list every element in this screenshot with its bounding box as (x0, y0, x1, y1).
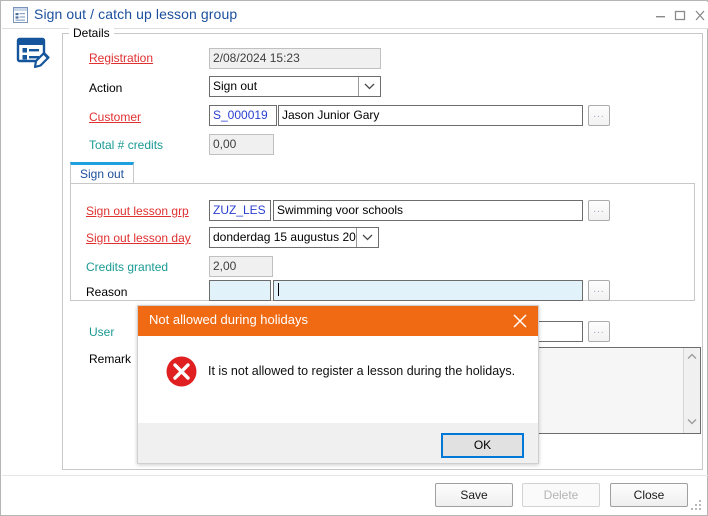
form-document-icon (13, 7, 28, 23)
lesson-group-name-field[interactable]: Swimming voor schools (273, 200, 583, 221)
label-total-credits: Total # credits (89, 138, 164, 152)
minimize-button[interactable] (650, 6, 670, 24)
chevron-down-icon[interactable] (356, 228, 378, 247)
remark-scrollbar[interactable] (683, 348, 700, 433)
lesson-day-value: donderdag 15 augustus 2024 (213, 230, 356, 244)
save-button[interactable]: Save (435, 483, 513, 507)
label-signout-lesson-grp[interactable]: Sign out lesson grp (86, 204, 189, 218)
dialog-title: Not allowed during holidays (149, 312, 308, 327)
label-reason: Reason (86, 285, 128, 299)
application-window: Sign out / catch up lesson group Details (0, 0, 708, 516)
reason-code-field[interactable] (209, 280, 271, 301)
dialog-body: It is not allowed to register a lesson d… (138, 336, 538, 423)
resize-grip[interactable] (691, 500, 703, 512)
customer-name-field[interactable]: Jason Junior Gary (278, 105, 583, 126)
label-signout-lesson-day[interactable]: Sign out lesson day (86, 231, 191, 245)
chevron-down-icon[interactable] (358, 77, 380, 96)
registration-field: 2/08/2024 15:23 (209, 48, 381, 69)
reason-browse-button[interactable]: ... (588, 280, 610, 301)
close-window-icon[interactable] (690, 6, 708, 24)
dialog-close-icon[interactable] (510, 311, 530, 331)
maximize-button[interactable] (670, 6, 690, 24)
dialog-footer: OK (138, 423, 538, 463)
close-button[interactable]: Close (610, 483, 688, 507)
error-icon (165, 355, 198, 388)
text-caret (278, 283, 279, 296)
details-legend: Details (69, 26, 114, 40)
action-combobox[interactable]: Sign out (209, 76, 381, 97)
lesson-group-browse-button[interactable]: ... (588, 200, 610, 221)
label-registration[interactable]: Registration (89, 51, 153, 65)
remark-textarea[interactable] (536, 347, 701, 434)
total-credits-field: 0,00 (209, 134, 274, 155)
label-remark: Remark (89, 352, 132, 366)
title-bar: Sign out / catch up lesson group (2, 2, 708, 29)
lesson-group-code-field[interactable]: ZUZ_LES (209, 200, 271, 221)
lesson-day-combobox[interactable]: donderdag 15 augustus 2024 (209, 227, 379, 248)
customer-code-field[interactable]: S_000019 (209, 105, 277, 126)
label-credits-granted: Credits granted (86, 260, 169, 274)
dialog-message: It is not allowed to register a lesson d… (208, 364, 516, 378)
form-edit-icon (14, 34, 52, 72)
label-user: User (89, 325, 115, 339)
tab-sign-out[interactable]: Sign out (70, 162, 134, 184)
label-customer[interactable]: Customer (89, 110, 141, 124)
label-action: Action (89, 81, 123, 95)
reason-text-field[interactable] (273, 280, 583, 301)
scroll-down-icon[interactable] (684, 415, 700, 431)
dialog-ok-button[interactable]: OK (441, 433, 524, 458)
window-title: Sign out / catch up lesson group (34, 6, 238, 22)
action-value: Sign out (213, 79, 258, 93)
footer-divider (2, 475, 708, 476)
user-browse-button[interactable]: ... (588, 321, 610, 342)
customer-browse-button[interactable]: ... (588, 105, 610, 126)
error-dialog: Not allowed during holidays It is not al… (137, 305, 539, 464)
scroll-up-icon[interactable] (684, 350, 700, 366)
delete-button: Delete (522, 483, 600, 507)
tab-strip: Sign out (70, 162, 695, 184)
dialog-title-bar: Not allowed during holidays (138, 306, 538, 336)
credits-granted-field: 2,00 (209, 256, 273, 277)
